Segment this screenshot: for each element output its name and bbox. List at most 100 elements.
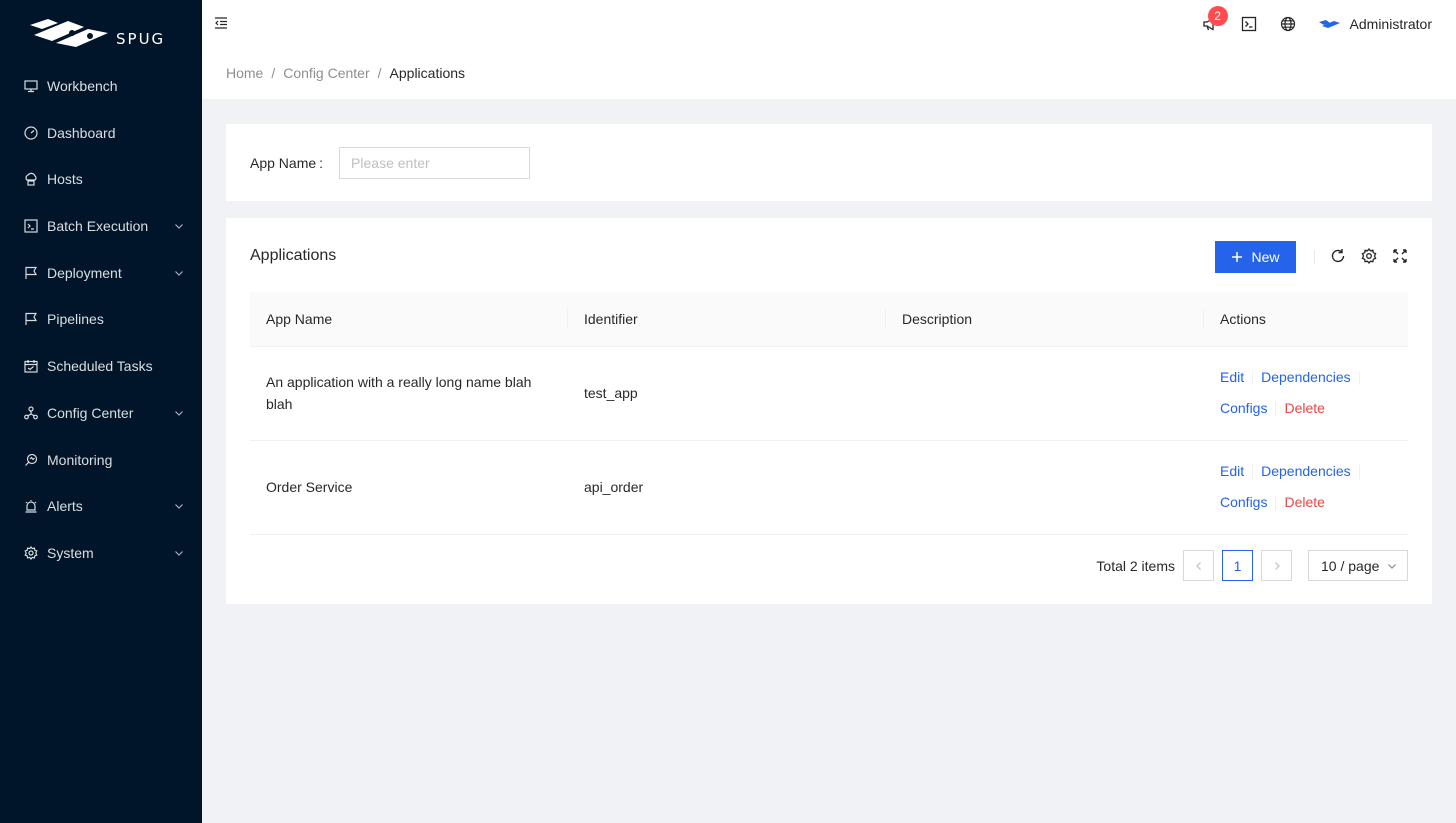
fullscreen-icon[interactable] (1392, 248, 1408, 264)
column-header-label: App Name (266, 310, 333, 327)
breadcrumb-separator: / (271, 65, 276, 81)
sidebar-item-deployment[interactable]: Deployment (0, 253, 202, 293)
app-name-label-colon: : (319, 154, 324, 171)
cell-app-name: Order Service (250, 440, 568, 535)
sidebar-item-scheduled-tasks[interactable]: Scheduled Tasks (0, 346, 202, 386)
monitor-icon (24, 453, 38, 467)
terminal-icon[interactable] (1241, 16, 1257, 32)
table-row: Order Service api_order Edit Dependencies… (250, 440, 1408, 535)
cell-description (886, 440, 1204, 535)
configs-link[interactable]: Configs (1220, 400, 1267, 416)
sidebar-item-label: Pipelines (47, 311, 104, 328)
reload-icon[interactable] (1330, 248, 1346, 264)
sidebar-item-workbench[interactable]: Workbench (0, 66, 202, 106)
setting-icon[interactable] (1361, 248, 1377, 264)
applications-card: Applications New App Name Identifier Des… (226, 218, 1432, 604)
cell-app-name: An application with a really long name b… (250, 346, 568, 441)
dependencies-link[interactable]: Dependencies (1261, 369, 1351, 385)
chevron-down-icon (174, 548, 184, 558)
plus-icon (1231, 251, 1243, 263)
sidebar-item-label: Alerts (47, 498, 83, 515)
app-name-search-input[interactable] (339, 146, 531, 179)
code-icon (24, 219, 38, 233)
sidebar-item-pipelines[interactable]: Pipelines (0, 299, 202, 339)
app-name-label: App Name: (250, 155, 323, 171)
breadcrumb-home[interactable]: Home (226, 65, 263, 81)
user-menu[interactable]: Administrator (1318, 16, 1432, 32)
next-page-button[interactable] (1261, 550, 1292, 581)
sidebar-menu: Workbench Dashboard Hosts Batch Executio… (0, 66, 202, 573)
column-header-label: Description (902, 310, 973, 327)
logo[interactable]: SPUG (0, 0, 202, 64)
sidebar-item-dashboard[interactable]: Dashboard (0, 113, 202, 153)
action-divider (1358, 465, 1360, 480)
user-name: Administrator (1349, 15, 1432, 32)
edit-link[interactable]: Edit (1220, 369, 1244, 385)
sidebar-item-config-center[interactable]: Config Center (0, 393, 202, 433)
logo-text: SPUG (116, 30, 166, 48)
sidebar-item-label: Scheduled Tasks (47, 358, 153, 375)
dependencies-link[interactable]: Dependencies (1261, 463, 1351, 479)
column-header-label: Identifier (584, 310, 638, 327)
column-header-actions: Actions (1204, 292, 1408, 347)
toolbar-divider (1314, 250, 1315, 264)
breadcrumb-current: Applications (389, 65, 466, 81)
setting-icon (24, 545, 38, 560)
deployment-unit-icon (24, 406, 38, 420)
cell-actions: Edit Dependencies Configs Delete (1204, 346, 1408, 441)
top-header: 2 Administrator (202, 0, 1456, 47)
prev-page-button[interactable] (1183, 550, 1214, 581)
column-header-label: Actions (1220, 310, 1266, 327)
table-header-row: App Name Identifier Description Actions (250, 292, 1408, 347)
delete-link[interactable]: Delete (1284, 400, 1324, 416)
notification-icon[interactable]: 2 (1202, 5, 1228, 32)
sidebar-item-label: Monitoring (47, 451, 113, 468)
flag-icon (24, 312, 38, 326)
schedule-icon (24, 359, 38, 373)
sidebar-item-batch-execution[interactable]: Batch Execution (0, 206, 202, 246)
breadcrumb-config-center[interactable]: Config Center (283, 65, 369, 81)
sidebar-item-alerts[interactable]: Alerts (0, 486, 202, 526)
row-actions: Edit Dependencies Configs Delete (1220, 456, 1390, 518)
action-divider (1358, 371, 1360, 386)
desktop-icon (24, 79, 38, 93)
action-divider (1275, 402, 1277, 417)
app-name-label-text: App Name (250, 154, 317, 171)
chevron-down-icon (174, 221, 184, 231)
cloud-server-icon (24, 172, 38, 186)
sidebar-item-label: Batch Execution (47, 218, 149, 235)
sidebar-item-system[interactable]: System (0, 533, 202, 573)
pagination: Total 2 items 1 10 / page (1096, 550, 1408, 581)
action-divider (1252, 371, 1254, 386)
sidebar-item-label: Workbench (47, 78, 118, 94)
menu-fold-icon[interactable] (214, 16, 228, 30)
sidebar-item-label: Dashboard (47, 124, 116, 141)
cell-identifier: api_order (568, 440, 886, 535)
spug-logo-icon (30, 19, 108, 47)
total-items: Total 2 items (1096, 557, 1175, 574)
page-size-select[interactable]: 10 / page (1308, 550, 1408, 581)
chevron-right-icon (1274, 561, 1280, 570)
globe-icon[interactable] (1280, 16, 1296, 32)
sidebar-item-hosts[interactable]: Hosts (0, 159, 202, 199)
alert-icon (24, 499, 38, 513)
page-1-button[interactable]: 1 (1222, 550, 1253, 581)
cell-identifier: test_app (568, 346, 886, 441)
delete-link[interactable]: Delete (1284, 494, 1324, 510)
sidebar-item-label: Config Center (47, 404, 134, 421)
sidebar-item-monitoring[interactable]: Monitoring (0, 440, 202, 480)
configs-link[interactable]: Configs (1220, 494, 1267, 510)
page-size-value: 10 / page (1321, 557, 1380, 574)
header-right: 2 Administrator (1179, 0, 1432, 47)
column-header-identifier: Identifier (568, 292, 886, 347)
avatar (1318, 19, 1340, 28)
new-application-button[interactable]: New (1215, 241, 1296, 273)
chevron-left-icon (1195, 561, 1201, 570)
sidebar-item-label: Hosts (47, 171, 83, 188)
edit-link[interactable]: Edit (1220, 463, 1244, 479)
sidebar: SPUG Workbench Dashboard Hosts Batch Exe… (0, 0, 202, 823)
action-divider (1275, 496, 1277, 511)
sidebar-item-label: System (47, 544, 94, 561)
cell-actions: Edit Dependencies Configs Delete (1204, 440, 1408, 535)
new-button-label: New (1251, 249, 1280, 265)
